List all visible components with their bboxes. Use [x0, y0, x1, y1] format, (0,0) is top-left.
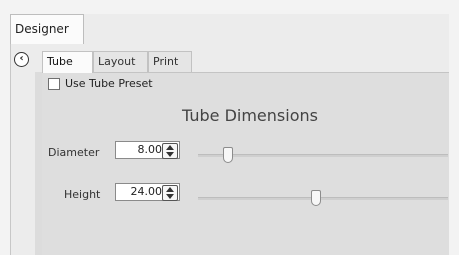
use-tube-preset-checkbox[interactable]: [48, 78, 60, 90]
diameter-value: 8.00: [137, 143, 163, 156]
outer-tab-bar: Designer: [10, 14, 449, 45]
outer-tab-strip: [84, 14, 449, 45]
diameter-spin-buttons[interactable]: [162, 143, 178, 159]
height-slider-track[interactable]: [198, 197, 448, 200]
diameter-slider-track[interactable]: [198, 154, 448, 157]
height-spinbox[interactable]: 24.00: [115, 183, 180, 201]
section-title: Tube Dimensions: [182, 106, 318, 125]
tube-tab-content: [42, 72, 449, 255]
diameter-slider-thumb[interactable]: [223, 147, 233, 163]
spin-up-icon: [166, 145, 174, 150]
tab-tube-label: Tube: [47, 55, 73, 68]
height-label: Height: [64, 188, 101, 201]
use-tube-preset-label: Use Tube Preset: [65, 77, 153, 90]
diameter-spinbox[interactable]: 8.00: [115, 141, 180, 159]
tab-tube[interactable]: Tube: [42, 51, 93, 73]
spin-up-icon: [166, 187, 174, 192]
tab-designer-label: Designer: [15, 22, 69, 36]
tab-layout[interactable]: Layout: [93, 51, 148, 72]
height-value: 24.00: [130, 185, 163, 198]
spin-down-icon: [166, 152, 174, 157]
chevron-left-icon: ‹: [19, 53, 24, 64]
back-button[interactable]: ‹: [14, 52, 29, 67]
tab-print[interactable]: Print: [148, 51, 192, 72]
tab-designer[interactable]: Designer: [10, 14, 84, 44]
height-slider-thumb[interactable]: [310, 190, 321, 206]
tab-print-label: Print: [153, 55, 179, 68]
height-spin-buttons[interactable]: [162, 185, 178, 201]
diameter-label: Diameter: [48, 146, 100, 159]
spin-down-icon: [166, 194, 174, 199]
tab-layout-label: Layout: [98, 55, 136, 68]
